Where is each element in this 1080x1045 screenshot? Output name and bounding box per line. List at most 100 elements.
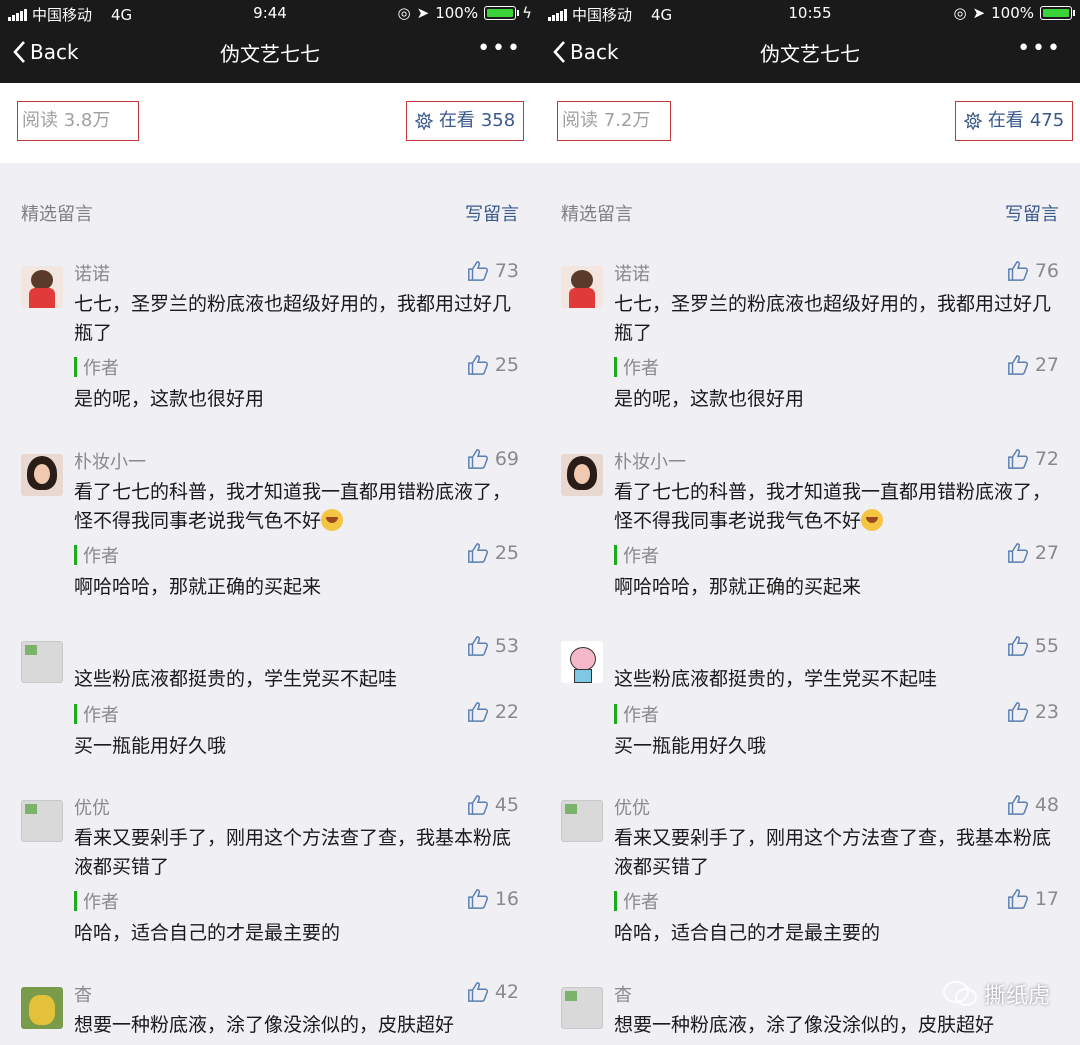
comment-text: 七七，圣罗兰的粉底液也超级好用的，我都用过好几瓶了 [74, 293, 512, 344]
status-bar: 中国移动 4G 9:44 ◎ ➤ 100% ϟ [0, 0, 540, 28]
author-bar [614, 357, 617, 377]
lock-rotation-icon: ◎ [397, 4, 411, 22]
page-title: 伪文艺七七 [760, 42, 860, 66]
author-reply-text: 啊哈哈哈，那就正确的买起来 [74, 576, 322, 598]
thumbs-up-icon [1007, 543, 1028, 563]
comment-text: 七七，圣罗兰的粉底液也超级好用的，我都用过好几瓶了 [614, 293, 1052, 344]
watch-label: 在看 [438, 110, 475, 131]
commenter-name: 杳 [74, 985, 92, 1006]
battery-icon [1040, 6, 1075, 20]
comment-text: 看了七七的科普，我才知道我一直都用错粉底液了，怪不得我同事老说我气色不好 [74, 478, 514, 536]
battery-label: 100% [435, 4, 479, 22]
watermark-text: 撕纸虎 [983, 984, 1050, 1009]
comment-item: 朴妆小一 72 看了七七的科普，我才知道我一直都用错粉底液了，怪不得我同事老说我… [540, 448, 1080, 628]
comment-item: 杳 42 想要一种粉底液，涂了像没涂似的，皮肤超好 [0, 981, 540, 1045]
reply-like-button[interactable]: 22 [467, 701, 519, 723]
page-title: 伪文艺七七 [220, 42, 320, 66]
author-bar [74, 891, 77, 911]
like-count: 45 [494, 794, 519, 816]
screenshot: 中国移动 4G 9:44 ◎ ➤ 100% ϟ Back 伪文艺七七 ••• 阅… [0, 0, 1080, 1045]
author-label: 作者 [83, 892, 119, 913]
author-bar [74, 357, 77, 377]
reply-like-count: 25 [494, 542, 519, 564]
commenter-name: 诺诺 [614, 264, 650, 285]
reply-like-button[interactable]: 17 [1007, 888, 1059, 910]
reply-like-button[interactable]: 23 [1007, 701, 1059, 723]
comment-like-button[interactable]: 53 [467, 635, 519, 657]
thumbs-up-icon [467, 702, 488, 722]
watch-count: 475 [1029, 110, 1065, 131]
more-dots-icon[interactable]: ••• [477, 36, 522, 61]
more-dots-icon[interactable]: ••• [1017, 36, 1062, 61]
author-reply-text: 哈哈，适合自己的才是最主要的 [614, 922, 881, 944]
thumbs-up-icon [1007, 261, 1028, 281]
commenter-name: 优优 [614, 798, 650, 819]
comment-item: 诺诺 73 七七，圣罗兰的粉底液也超级好用的，我都用过好几瓶了 作者 25 是的… [0, 260, 540, 440]
laughing-emoji-icon [321, 509, 344, 531]
author-reply-text: 哈哈，适合自己的才是最主要的 [74, 922, 341, 944]
watch-count: 358 [480, 110, 516, 131]
write-comment-link[interactable]: 写留言 [465, 200, 519, 226]
thumbs-up-icon [467, 636, 488, 656]
author-reply-text: 啊哈哈哈，那就正确的买起来 [614, 576, 862, 598]
reply-like-button[interactable]: 25 [467, 354, 519, 376]
comment-like-button[interactable]: 76 [1007, 260, 1059, 282]
reply-like-button[interactable]: 27 [1007, 542, 1059, 564]
author-reply-label: 作者 [614, 354, 659, 380]
comment-item: 53 这些粉底液都挺贵的，学生党买不起哇 作者 22 买一瓶能用好久哦 [0, 635, 540, 785]
comment-text: 看了七七的科普，我才知道我一直都用错粉底液了，怪不得我同事老说我气色不好 [614, 478, 1054, 536]
flower-icon [414, 112, 433, 130]
comment-like-button[interactable]: 73 [467, 260, 519, 282]
left-screen: 中国移动 4G 9:44 ◎ ➤ 100% ϟ Back 伪文艺七七 ••• 阅… [0, 0, 540, 1045]
avatar [561, 266, 603, 308]
wechat-icon [942, 981, 977, 1006]
author-reply-label: 作者 [614, 888, 659, 914]
comment-text: 看来又要剁手了，刚用这个方法查了查，我基本粉底液都买错了 [614, 827, 1052, 878]
like-count: 42 [494, 981, 519, 1003]
comment-item: 朴妆小一 69 看了七七的科普，我才知道我一直都用错粉底液了，怪不得我同事老说我… [0, 448, 540, 628]
comment-like-button[interactable]: 55 [1007, 635, 1059, 657]
comment-like-button[interactable]: 72 [1007, 448, 1059, 470]
author-label: 作者 [83, 705, 119, 726]
author-reply-text: 是的呢，这款也很好用 [614, 388, 805, 410]
like-count: 48 [1034, 794, 1059, 816]
thumbs-up-icon [467, 982, 488, 1002]
comment-like-button[interactable]: 42 [467, 981, 519, 1003]
comment-text: 看来又要剁手了，刚用这个方法查了查，我基本粉底液都买错了 [74, 827, 512, 878]
reply-like-count: 27 [1034, 542, 1059, 564]
thumbs-up-icon [1007, 636, 1028, 656]
status-bar: 中国移动 4G 10:55 ◎ ➤ 100% [540, 0, 1080, 28]
like-count: 73 [494, 260, 519, 282]
comment-text: 这些粉底液都挺贵的，学生党买不起哇 [74, 668, 398, 690]
author-reply-text: 买一瓶能用好久哦 [614, 735, 767, 757]
reply-like-count: 16 [494, 888, 519, 910]
reply-like-count: 22 [494, 701, 519, 723]
comment-like-button[interactable]: 48 [1007, 794, 1059, 816]
write-comment-link[interactable]: 写留言 [1005, 200, 1059, 226]
thumbs-up-icon [467, 355, 488, 375]
selected-comments-title: 精选留言 [21, 204, 93, 225]
avatar [561, 800, 603, 842]
watch-button[interactable]: 在看 358 [406, 101, 524, 141]
author-reply-label: 作者 [74, 888, 119, 914]
thumbs-up-icon [1007, 889, 1028, 909]
avatar [561, 987, 603, 1029]
comment-like-button[interactable]: 45 [467, 794, 519, 816]
author-label: 作者 [623, 892, 659, 913]
location-icon: ➤ [416, 4, 430, 22]
thumbs-up-icon [467, 889, 488, 909]
reply-like-count: 23 [1034, 701, 1059, 723]
reply-like-button[interactable]: 16 [467, 888, 519, 910]
commenter-name: 杳 [614, 985, 632, 1006]
commenter-name: 诺诺 [74, 264, 110, 285]
author-bar [614, 545, 617, 565]
watch-button[interactable]: 在看 475 [955, 101, 1073, 141]
reply-like-count: 17 [1034, 888, 1059, 910]
charging-icon: ϟ [522, 4, 532, 22]
like-count: 76 [1034, 260, 1059, 282]
comment-like-button[interactable]: 69 [467, 448, 519, 470]
reply-like-button[interactable]: 25 [467, 542, 519, 564]
reply-like-button[interactable]: 27 [1007, 354, 1059, 376]
avatar [561, 641, 603, 683]
author-label: 作者 [623, 546, 659, 567]
